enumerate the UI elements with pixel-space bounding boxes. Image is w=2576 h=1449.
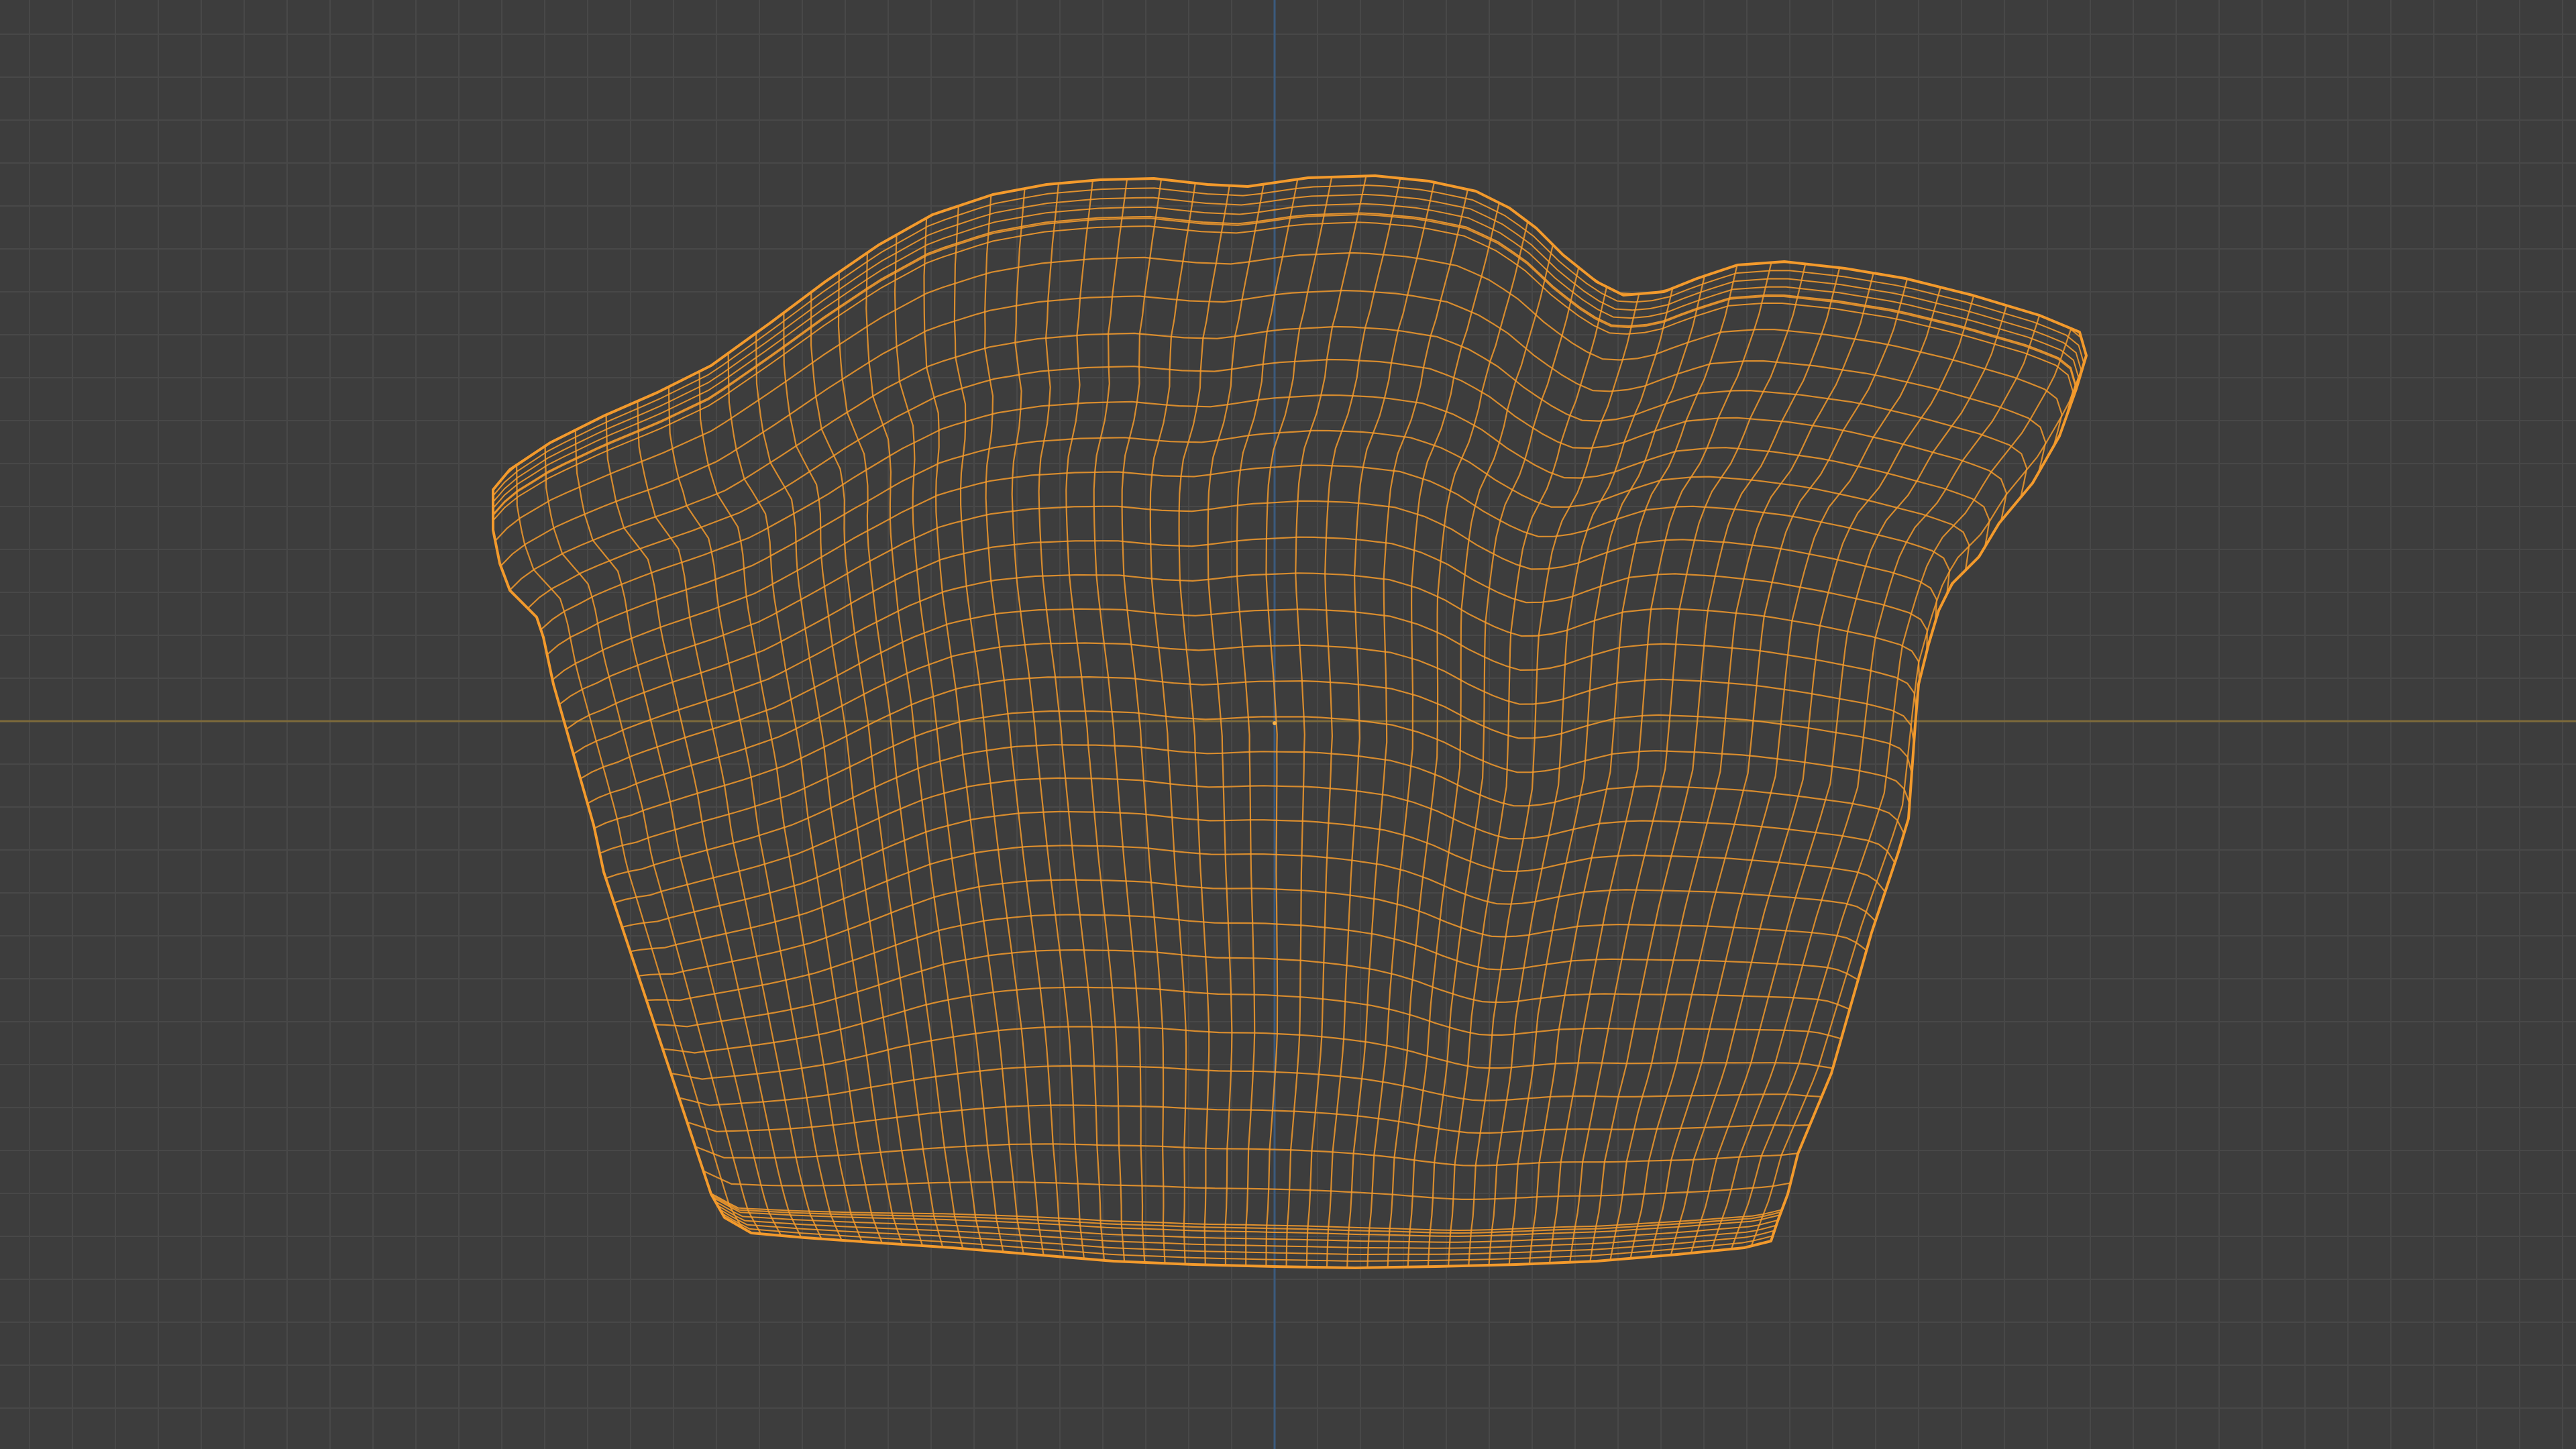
- object-origin-marker: [1273, 721, 1277, 725]
- mesh-edge-loop-horizontal: [605, 744, 1905, 879]
- mesh-edge-loop-vertical: [894, 235, 1004, 1252]
- viewport-canvas[interactable]: [0, 0, 2576, 1449]
- mesh-edge-loop-vertical: [983, 195, 1065, 1257]
- mesh-edge-loop-vertical: [1236, 179, 1299, 1266]
- mesh-edge-loop-vertical: [727, 353, 883, 1244]
- mesh-edge-loop-vertical: [544, 445, 762, 1234]
- mesh-edge-loop-horizontal: [494, 252, 2063, 542]
- mesh-edge-loop-vertical: [516, 465, 743, 1228]
- mesh-edge-loop-vertical: [492, 490, 725, 1218]
- mesh-edge-loop-vertical: [953, 206, 1044, 1256]
- mesh-edge-loop-vertical: [605, 415, 802, 1238]
- mesh-edge-loop-rim-top: [492, 193, 2082, 503]
- mesh-edge-loop-vertical: [783, 313, 924, 1246]
- mesh-edge-loop-rim-top: [492, 184, 2084, 496]
- mesh-edge-loop-vertical: [1650, 286, 1941, 1257]
- mesh-edge-loop-horizontal: [492, 213, 2076, 517]
- mesh-edge-loop-vertical: [1207, 184, 1265, 1266]
- mesh-edge-loop-horizontal: [509, 325, 2028, 591]
- mesh-edge-loop-vertical: [1670, 295, 1975, 1256]
- mesh-edge-loop-horizontal: [540, 394, 1990, 631]
- 3d-viewport[interactable]: [0, 0, 2576, 1449]
- mesh-edge-loop-rim-top: [492, 212, 2077, 515]
- mesh-edge-loop-vertical: [1011, 189, 1085, 1259]
- mesh-edge-loop-vertical: [1730, 328, 2072, 1250]
- mesh-edge-loop-vertical: [637, 400, 822, 1240]
- mesh-edge-loop-vertical: [667, 386, 843, 1241]
- mesh-edge-loop-vertical: [810, 292, 944, 1248]
